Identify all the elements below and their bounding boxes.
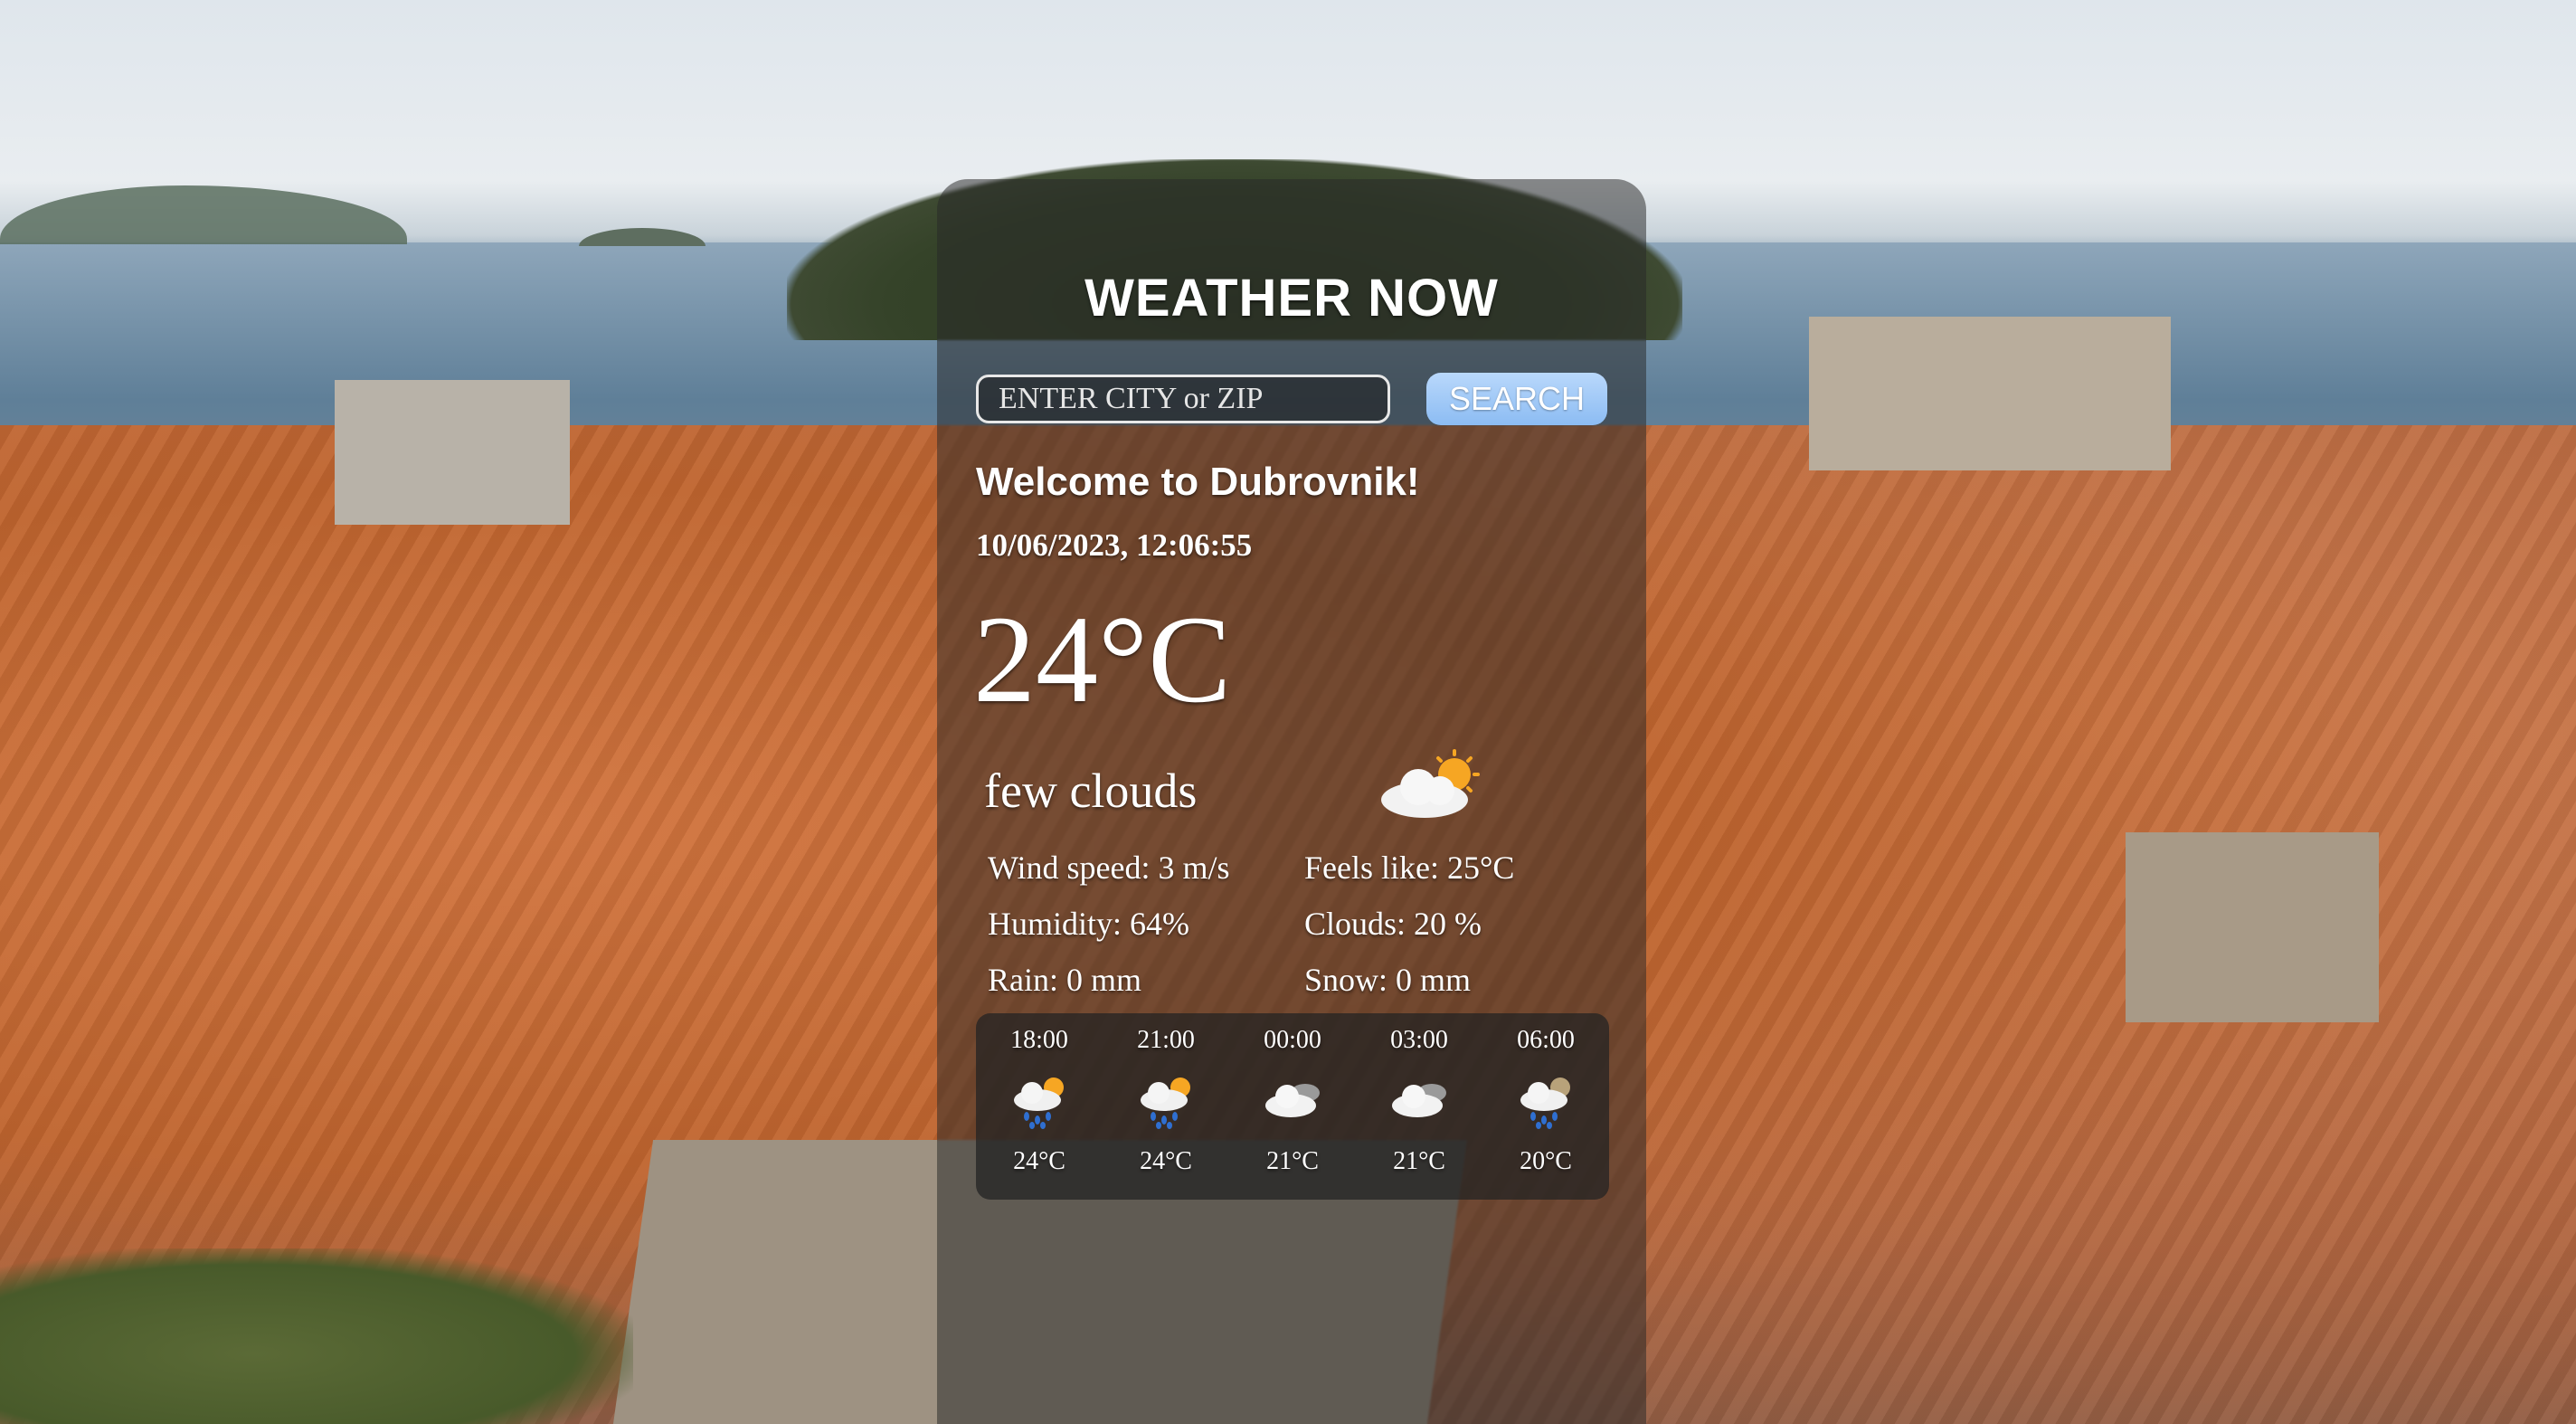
sun-cloud-icon — [1381, 749, 1480, 818]
current-temperature: 24°C — [973, 590, 1232, 728]
rain-sun-icon — [1141, 1077, 1190, 1129]
forecast-time: 21:00 — [1137, 1026, 1195, 1054]
rain-cloud-icon — [1520, 1077, 1570, 1129]
weather-description: few clouds — [984, 764, 1198, 818]
weather-details: Wind speed: 3 m/s Feels like: 25°C Humid… — [988, 840, 1621, 1008]
search-button[interactable]: SEARCH — [1426, 373, 1607, 425]
forecast-item: 03:00 21°C — [1365, 1013, 1473, 1200]
forecast-temp: 24°C — [1013, 1147, 1065, 1175]
app-title: WEATHER NOW — [1084, 269, 1499, 328]
datetime: 10/06/2023, 12:06:55 — [976, 527, 1253, 563]
forecast-item: 18:00 24°C — [985, 1013, 1094, 1200]
forecast-temp: 24°C — [1140, 1147, 1192, 1175]
snow: Snow: 0 mm — [1304, 962, 1472, 998]
feels-like: Feels like: 25°C — [1304, 850, 1515, 886]
forecast-temp: 21°C — [1393, 1147, 1445, 1175]
weather-panel: WEATHER NOW SEARCH Welcome to Dubrovnik!… — [937, 179, 1646, 1424]
search-input[interactable] — [976, 375, 1390, 423]
forecast-item: 00:00 21°C — [1238, 1013, 1347, 1200]
forecast-item: 06:00 20°C — [1492, 1013, 1600, 1200]
forecast-time: 06:00 — [1517, 1026, 1575, 1054]
forecast-time: 00:00 — [1264, 1026, 1321, 1054]
welcome-text: Welcome to Dubrovnik! — [976, 460, 1420, 504]
rain-sun-icon — [1014, 1077, 1064, 1129]
wind-speed: Wind speed: 3 m/s — [988, 850, 1230, 886]
forecast-temp: 21°C — [1266, 1147, 1319, 1175]
cloud-icon — [1265, 1084, 1320, 1117]
forecast-item: 21:00 24°C — [1112, 1013, 1220, 1200]
hourly-forecast: 18:00 24°C 21:00 24°C 00:00 21°C 03:00 2… — [976, 1013, 1609, 1200]
forecast-time: 18:00 — [1010, 1026, 1068, 1054]
forecast-temp: 20°C — [1520, 1147, 1572, 1175]
clouds: Clouds: 20 % — [1304, 906, 1482, 942]
rain: Rain: 0 mm — [988, 962, 1141, 998]
humidity: Humidity: 64% — [988, 906, 1189, 942]
cloud-icon — [1392, 1084, 1446, 1117]
forecast-time: 03:00 — [1390, 1026, 1448, 1054]
